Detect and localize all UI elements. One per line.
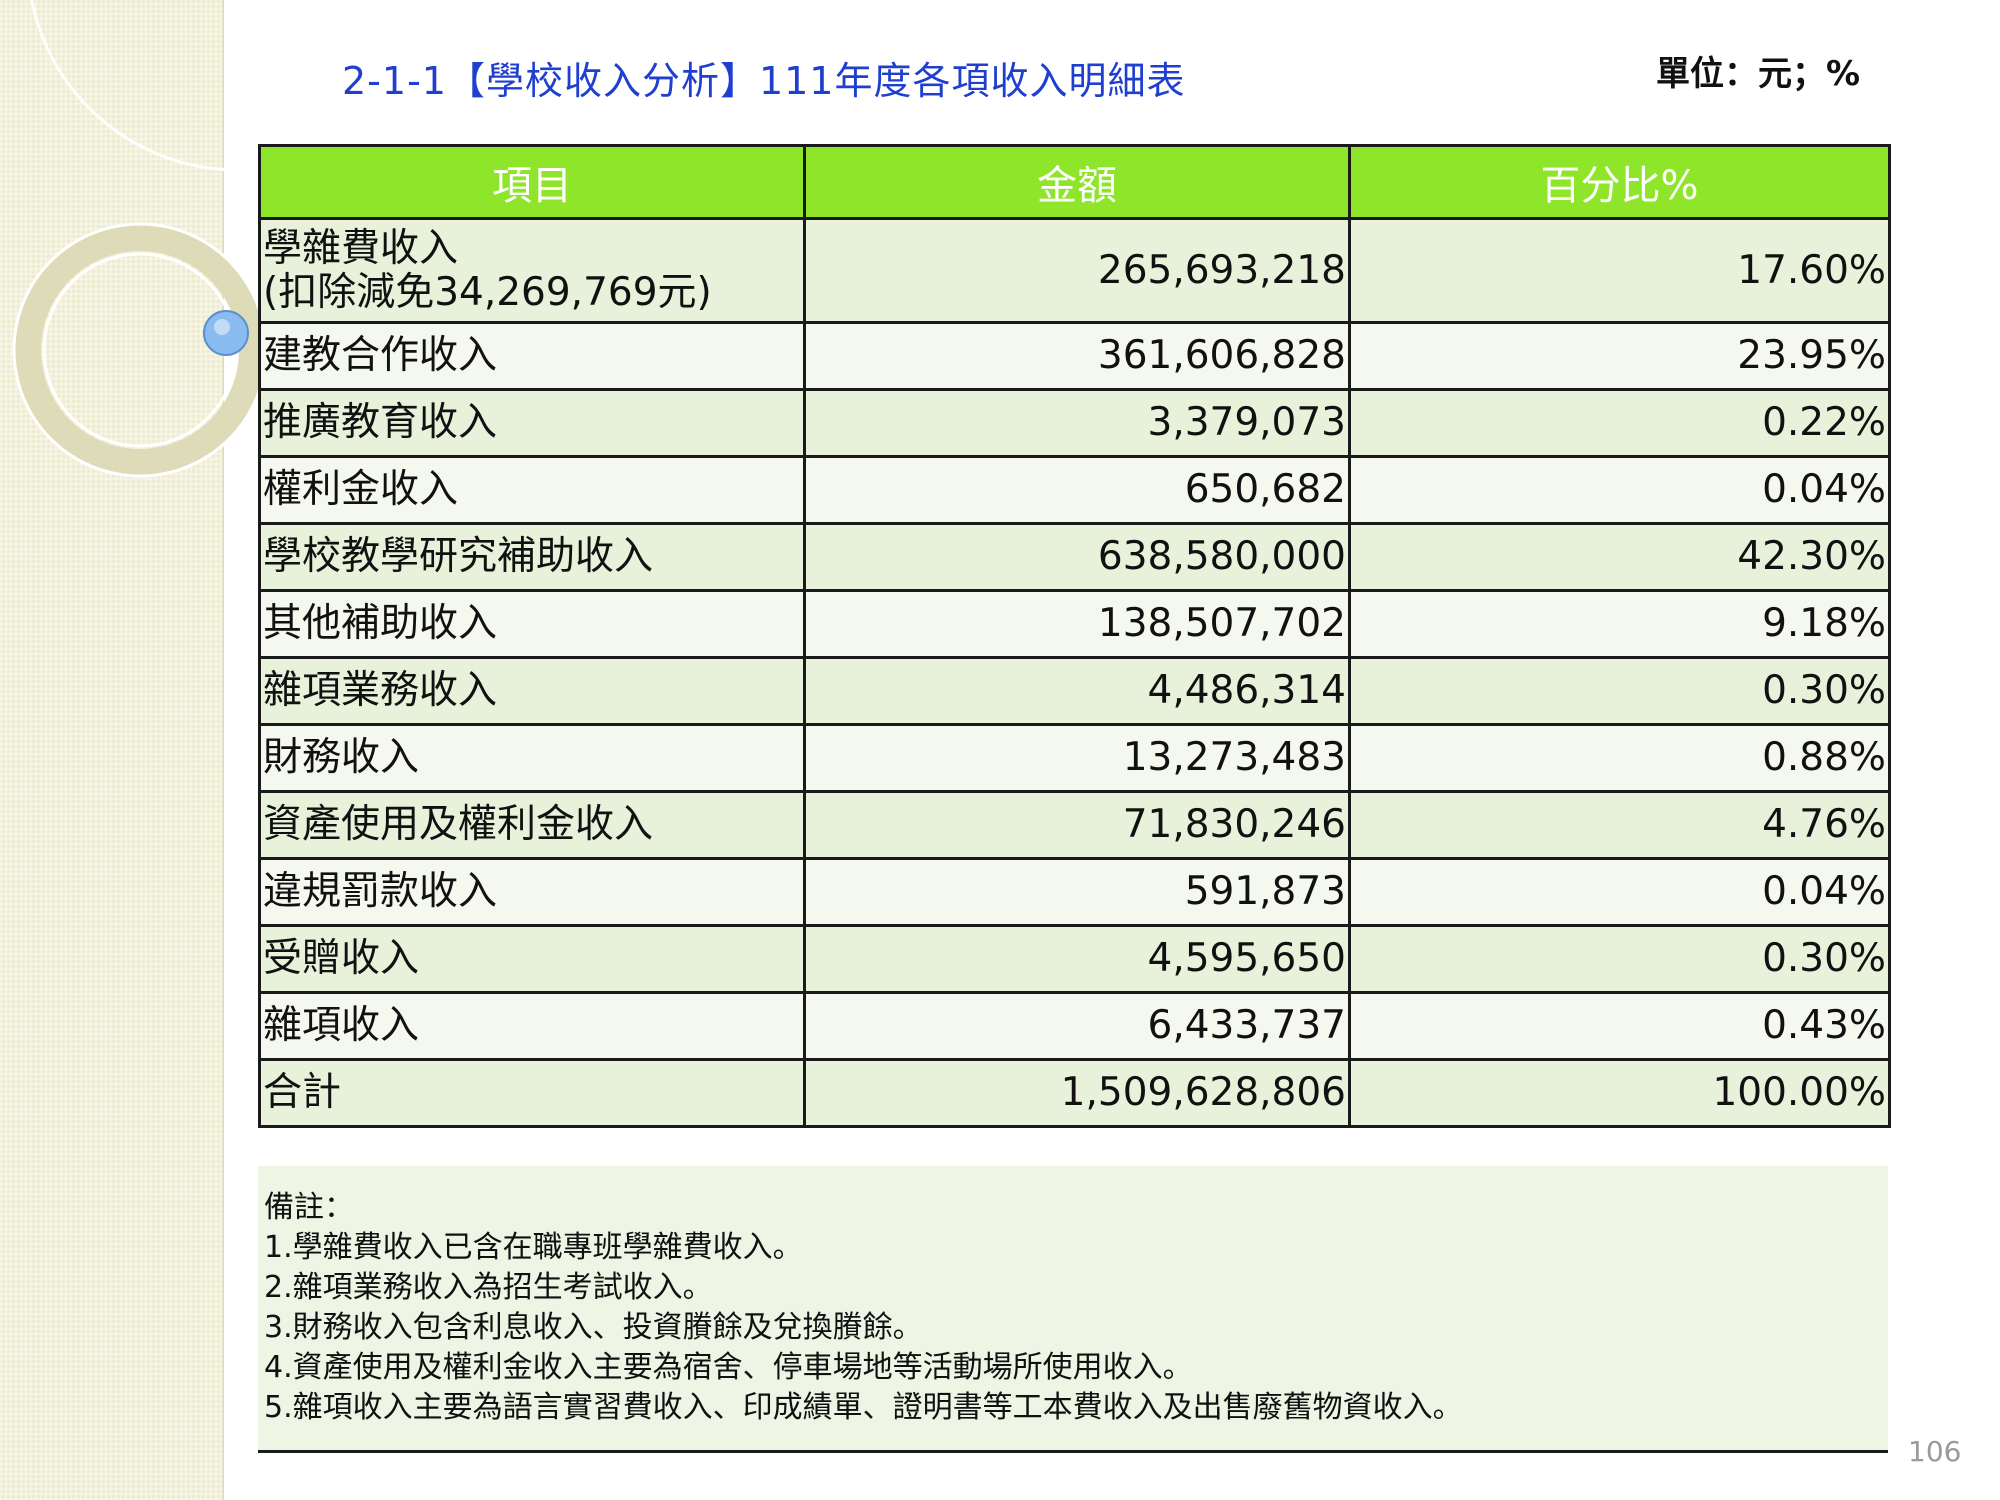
note-item: 3.財務收入包含利息收入、投資賸餘及兌換賸餘。 — [264, 1310, 923, 1345]
column-header-percent: 百分比% — [1348, 144, 1891, 220]
note-item: 4.資產使用及權利金收入主要為宿舍、停車場地等活動場所使用收入。 — [264, 1350, 1193, 1385]
table-row: 其他補助收入 138,507,702 9.18% — [258, 589, 1891, 659]
row-percent: 100.00% — [1348, 1058, 1891, 1128]
row-amount: 71,830,246 — [803, 790, 1351, 860]
table-row: 推廣教育收入 3,379,073 0.22% — [258, 388, 1891, 458]
table-row: 權利金收入 650,682 0.04% — [258, 455, 1891, 525]
row-item: 資產使用及權利金收入 — [258, 790, 806, 860]
row-item: 雜項收入 — [258, 991, 806, 1061]
row-item: 建教合作收入 — [258, 321, 806, 391]
table-row: 受贈收入 4,595,650 0.30% — [258, 924, 1891, 994]
row-item: 雜項業務收入 — [258, 656, 806, 726]
row-item: 財務收入 — [258, 723, 806, 793]
row-amount: 265,693,218 — [803, 217, 1351, 324]
row-item: 受贈收入 — [258, 924, 806, 994]
row-percent: 23.95% — [1348, 321, 1891, 391]
unit-label: 單位：元；% — [1656, 54, 1861, 94]
table-row: 資產使用及權利金收入 71,830,246 4.76% — [258, 790, 1891, 860]
table-row: 學校教學研究補助收入 638,580,000 42.30% — [258, 522, 1891, 592]
row-percent: 9.18% — [1348, 589, 1891, 659]
notes-heading: 備註： — [264, 1190, 354, 1225]
note-item: 2.雜項業務收入為招生考試收入。 — [264, 1270, 713, 1305]
table-row: 學雜費收入 (扣除減免34,269,769元) 265,693,218 17.6… — [258, 217, 1891, 324]
income-table: 項目 金額 百分比% 學雜費收入 (扣除減免34,269,769元) 265,6… — [258, 144, 1891, 1128]
row-item: 違規罰款收入 — [258, 857, 806, 927]
row-percent: 0.04% — [1348, 857, 1891, 927]
row-item-label: 學雜費收入 — [263, 225, 459, 271]
column-header-item: 項目 — [258, 144, 806, 220]
row-item: 其他補助收入 — [258, 589, 806, 659]
row-amount: 3,379,073 — [803, 388, 1351, 458]
row-percent: 0.22% — [1348, 388, 1891, 458]
row-amount: 13,273,483 — [803, 723, 1351, 793]
row-item: 合計 — [258, 1058, 806, 1128]
table-row: 建教合作收入 361,606,828 23.95% — [258, 321, 1891, 391]
table-row: 雜項業務收入 4,486,314 0.30% — [258, 656, 1891, 726]
row-amount: 591,873 — [803, 857, 1351, 927]
note-item: 1.學雜費收入已含在職專班學雜費收入。 — [264, 1230, 803, 1265]
row-amount: 638,580,000 — [803, 522, 1351, 592]
row-percent: 4.76% — [1348, 790, 1891, 860]
row-percent: 0.30% — [1348, 924, 1891, 994]
row-item: 權利金收入 — [258, 455, 806, 525]
row-amount: 6,433,737 — [803, 991, 1351, 1061]
circle-decoration-icon — [12, 0, 260, 478]
row-percent: 0.88% — [1348, 723, 1891, 793]
table-row: 雜項收入 6,433,737 0.43% — [258, 991, 1891, 1061]
note-item: 5.雜項收入主要為語言實習費收入、印成績單、證明書等工本費收入及出售廢舊物資收入… — [264, 1390, 1463, 1425]
row-amount: 650,682 — [803, 455, 1351, 525]
row-item: 推廣教育收入 — [258, 388, 806, 458]
column-header-amount: 金額 — [803, 144, 1351, 220]
page-number: 106 — [1908, 1435, 1962, 1468]
table-row: 財務收入 13,273,483 0.88% — [258, 723, 1891, 793]
row-amount: 1,509,628,806 — [803, 1058, 1351, 1128]
row-amount: 4,595,650 — [803, 924, 1351, 994]
row-item: 學雜費收入 (扣除減免34,269,769元) — [258, 217, 806, 324]
page-title: 2-1-1【學校收入分析】111年度各項收入明細表 — [342, 59, 1186, 103]
row-amount: 361,606,828 — [803, 321, 1351, 391]
table-row: 違規罰款收入 591,873 0.04% — [258, 857, 1891, 927]
row-amount: 4,486,314 — [803, 656, 1351, 726]
row-amount: 138,507,702 — [803, 589, 1351, 659]
row-percent: 17.60% — [1348, 217, 1891, 324]
notes-box: 備註： 1.學雜費收入已含在職專班學雜費收入。 2.雜項業務收入為招生考試收入。… — [258, 1166, 1888, 1450]
bottom-divider — [258, 1450, 1888, 1453]
row-item-sublabel: (扣除減免34,269,769元) — [263, 269, 712, 315]
row-percent: 0.04% — [1348, 455, 1891, 525]
row-percent: 42.30% — [1348, 522, 1891, 592]
table-header-row: 項目 金額 百分比% — [258, 144, 1891, 220]
row-percent: 0.43% — [1348, 991, 1891, 1061]
table-total-row: 合計 1,509,628,806 100.00% — [258, 1058, 1891, 1128]
row-item: 學校教學研究補助收入 — [258, 522, 806, 592]
row-percent: 0.30% — [1348, 656, 1891, 726]
